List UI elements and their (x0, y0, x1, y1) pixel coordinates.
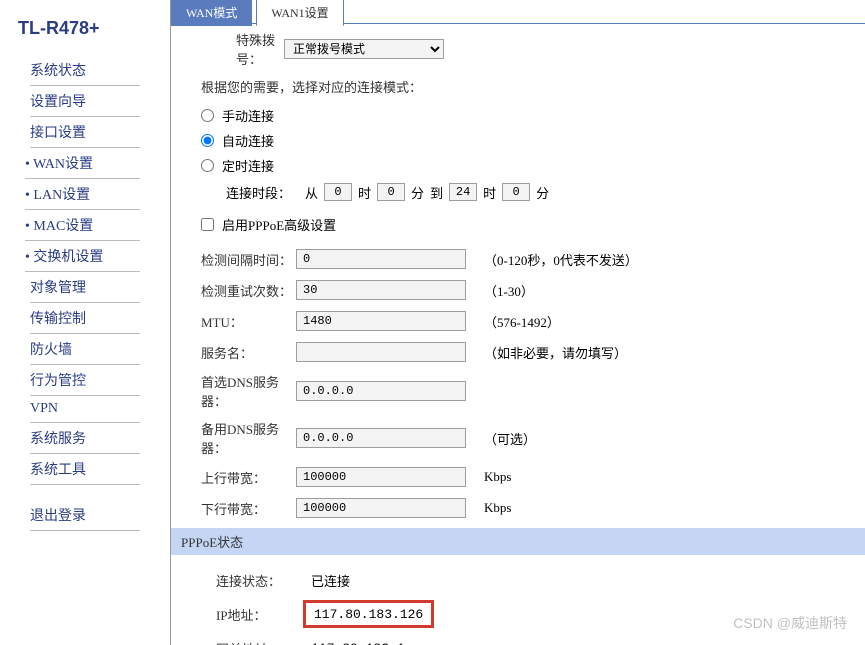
schedule-to: 到 (430, 183, 443, 202)
interval-hint: （0-120秒，0代表不发送） (484, 250, 638, 269)
watermark: CSDN @威迪斯特 (733, 613, 847, 633)
down-input[interactable] (296, 498, 466, 518)
nav-lan-settings[interactable]: • LAN设置 (25, 179, 140, 210)
gw-value: 117.80.183.1 (311, 641, 405, 645)
ip-value: 117.80.183.126 (314, 607, 423, 622)
dns1-label: 首选DNS服务器： (186, 372, 296, 410)
ip-label: IP地址： (186, 605, 311, 624)
nav-wan-settings[interactable]: • WAN设置 (25, 148, 140, 179)
nav-setup-wizard[interactable]: 设置向导 (30, 86, 140, 117)
nav-system-service[interactable]: 系统服务 (30, 423, 140, 454)
radio-timed[interactable] (201, 159, 214, 172)
special-dial-select[interactable]: 正常拨号模式 (284, 39, 444, 59)
retry-hint: （1-30） (484, 281, 534, 300)
schedule-h1[interactable] (324, 183, 352, 201)
schedule-m1[interactable] (377, 183, 405, 201)
nav-mac-settings[interactable]: • MAC设置 (25, 210, 140, 241)
nav-vpn[interactable]: VPN (30, 396, 140, 423)
ip-highlight-box: 117.80.183.126 (303, 600, 434, 628)
interval-label: 检测间隔时间： (186, 250, 296, 269)
radio-manual[interactable] (201, 109, 214, 122)
nav-behavior[interactable]: 行为管控 (30, 365, 140, 396)
up-label: 上行带宽： (186, 468, 296, 487)
mtu-label: MTU： (186, 312, 296, 331)
down-unit: Kbps (484, 500, 511, 516)
tab-wan-mode[interactable]: WAN模式 (171, 0, 252, 26)
mode-note: 根据您的需要，选择对应的连接模式： (201, 77, 850, 96)
conn-status-label: 连接状态： (186, 571, 311, 590)
logo: TL-R478+ (0, 10, 170, 55)
nav-logout[interactable]: 退出登录 (30, 500, 140, 531)
tab-wan1[interactable]: WAN1设置 (256, 0, 343, 26)
schedule-min2: 分 (536, 183, 549, 202)
nav-system-status[interactable]: 系统状态 (30, 55, 140, 86)
nav-firewall[interactable]: 防火墙 (30, 334, 140, 365)
radio-timed-label: 定时连接 (222, 156, 274, 175)
svc-label: 服务名： (186, 343, 296, 362)
tab-bar: WAN模式 WAN1设置 (171, 0, 344, 26)
content: 特殊拨号： 正常拨号模式 根据您的需要，选择对应的连接模式： 手动连接 自动连接… (171, 24, 865, 645)
radio-auto-label: 自动连接 (222, 131, 274, 150)
svc-hint: （如非必要，请勿填写） (484, 343, 627, 362)
mtu-hint: （576-1492） (484, 312, 560, 331)
pppoe-status-header: PPPoE状态 (171, 528, 865, 555)
schedule-hour1: 时 (358, 183, 371, 202)
nav-system-tools[interactable]: 系统工具 (30, 454, 140, 485)
dns2-hint: （可选） (484, 429, 536, 448)
sidebar: TL-R478+ 系统状态 设置向导 接口设置 • WAN设置 • LAN设置 … (0, 0, 170, 645)
schedule-label: 连接时段： (226, 183, 291, 202)
interval-input[interactable] (296, 249, 466, 269)
nav-transmission[interactable]: 传输控制 (30, 303, 140, 334)
dns2-label: 备用DNS服务器： (186, 419, 296, 457)
dns1-input[interactable] (296, 381, 466, 401)
checkbox-pppoe-adv[interactable] (201, 218, 214, 231)
svc-input[interactable] (296, 342, 466, 362)
special-dial-label: 特殊拨号： (186, 30, 284, 68)
nav-object-mgmt[interactable]: 对象管理 (30, 272, 140, 303)
schedule-from: 从 (305, 183, 318, 202)
gw-label: 网关地址： (186, 639, 311, 645)
nav-interface-settings[interactable]: 接口设置 (30, 117, 140, 148)
up-input[interactable] (296, 467, 466, 487)
main-panel: WAN模式 WAN1设置 特殊拨号： 正常拨号模式 根据您的需要，选择对应的连接… (170, 0, 865, 645)
pppoe-adv-label: 启用PPPoE高级设置 (222, 215, 336, 234)
nav-switch-settings[interactable]: • 交换机设置 (25, 241, 140, 272)
down-label: 下行带宽： (186, 499, 296, 518)
radio-auto[interactable] (201, 134, 214, 147)
retry-label: 检测重试次数： (186, 281, 296, 300)
dns2-input[interactable] (296, 428, 466, 448)
retry-input[interactable] (296, 280, 466, 300)
schedule-hour2: 时 (483, 183, 496, 202)
schedule-h2[interactable] (449, 183, 477, 201)
mtu-input[interactable] (296, 311, 466, 331)
conn-status-value: 已连接 (311, 571, 350, 590)
schedule-m2[interactable] (502, 183, 530, 201)
up-unit: Kbps (484, 469, 511, 485)
radio-manual-label: 手动连接 (222, 106, 274, 125)
schedule-min1: 分 (411, 183, 424, 202)
